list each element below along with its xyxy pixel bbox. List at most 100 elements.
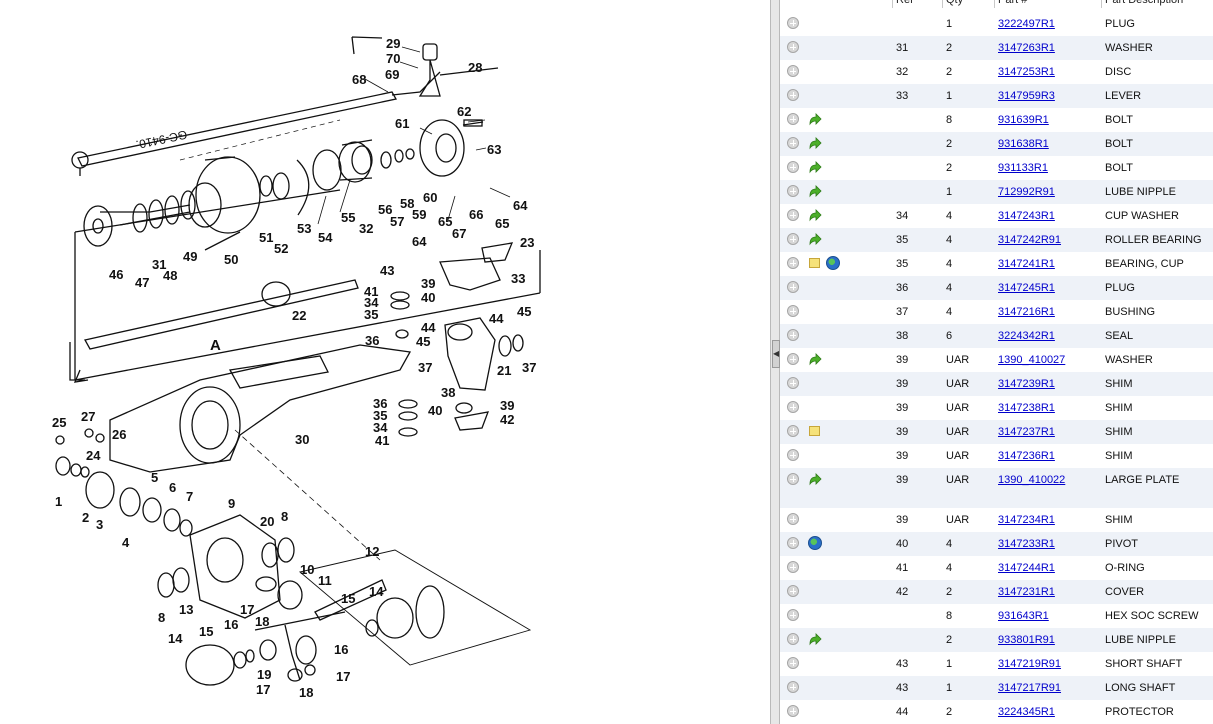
- part-number-link[interactable]: 3147244R1: [998, 562, 1055, 574]
- green-arrow-icon[interactable]: [808, 184, 822, 198]
- green-arrow-icon[interactable]: [808, 352, 822, 366]
- description-cell: CUP WASHER: [1105, 210, 1179, 222]
- part-number-link[interactable]: 3222497R1: [998, 18, 1055, 30]
- part-number-link[interactable]: 933801R91: [998, 634, 1055, 646]
- callout-label: 54: [318, 230, 333, 245]
- expand-plus-icon[interactable]: [787, 65, 799, 77]
- column-header-part[interactable]: Part #: [994, 0, 1098, 8]
- ref-cell: 44: [896, 706, 909, 718]
- green-arrow-icon[interactable]: [808, 208, 822, 222]
- part-number-link[interactable]: 931643R1: [998, 610, 1049, 622]
- part-number-link[interactable]: 3147239R1: [998, 378, 1055, 390]
- column-header-ref[interactable]: Ref: [892, 0, 940, 8]
- part-number-link[interactable]: 3147959R3: [998, 90, 1055, 102]
- part-number-link[interactable]: 931639R1: [998, 114, 1049, 126]
- part-number-link[interactable]: 3147219R91: [998, 658, 1061, 670]
- expand-plus-icon[interactable]: [787, 137, 799, 149]
- callout-label: 53: [297, 221, 311, 236]
- part-number-link[interactable]: 3147217R91: [998, 682, 1061, 694]
- green-arrow-icon[interactable]: [808, 160, 822, 174]
- part-number-link[interactable]: 3147242R91: [998, 234, 1061, 246]
- expand-plus-icon[interactable]: [787, 281, 799, 293]
- part-number-link[interactable]: 712992R91: [998, 186, 1055, 198]
- table-row: 44 2 3224345R1 PROTECTOR: [780, 700, 1213, 724]
- column-header-description[interactable]: Part Description: [1101, 0, 1213, 8]
- expand-plus-icon[interactable]: [787, 113, 799, 125]
- part-number-link[interactable]: 931133R1: [998, 162, 1048, 174]
- expand-plus-icon[interactable]: [787, 209, 799, 221]
- part-number-link[interactable]: 3147236R1: [998, 450, 1055, 462]
- callout-label: 62: [457, 104, 471, 119]
- expand-plus-icon[interactable]: [787, 401, 799, 413]
- green-arrow-icon[interactable]: [808, 232, 822, 246]
- expand-plus-icon[interactable]: [787, 185, 799, 197]
- note-icon[interactable]: [809, 258, 820, 268]
- part-number-link[interactable]: 3147253R1: [998, 66, 1055, 78]
- expand-plus-icon[interactable]: [787, 353, 799, 365]
- expand-plus-icon[interactable]: [787, 609, 799, 621]
- table-row: 34 4 3147243R1 CUP WASHER: [780, 204, 1213, 228]
- callout-label: 36: [365, 333, 379, 348]
- callout-label: 49: [183, 249, 197, 264]
- column-header-qty[interactable]: Qty: [942, 0, 990, 8]
- expand-plus-icon[interactable]: [787, 633, 799, 645]
- ref-cell: 35: [896, 258, 909, 270]
- qty-cell: 2: [946, 162, 953, 174]
- qty-cell: 8: [946, 610, 953, 622]
- expand-plus-icon[interactable]: [787, 585, 799, 597]
- globe-icon[interactable]: [826, 256, 840, 270]
- part-number-link[interactable]: 3147231R1: [998, 586, 1055, 598]
- part-number-link[interactable]: 3147241R1: [998, 258, 1055, 270]
- part-number-link[interactable]: 3224342R1: [998, 330, 1055, 342]
- callout-label: 30: [295, 432, 309, 447]
- part-number-link[interactable]: 3147216R1: [998, 306, 1055, 318]
- part-number-link[interactable]: 1390_410022: [998, 474, 1065, 486]
- expand-plus-icon[interactable]: [787, 41, 799, 53]
- part-number-link[interactable]: 931638R1: [998, 138, 1049, 150]
- expand-plus-icon[interactable]: [787, 473, 799, 485]
- expand-plus-icon[interactable]: [787, 257, 799, 269]
- expand-plus-icon[interactable]: [787, 161, 799, 173]
- callout-label: 37: [418, 360, 432, 375]
- expand-plus-icon[interactable]: [787, 89, 799, 101]
- expand-plus-icon[interactable]: [787, 513, 799, 525]
- green-arrow-icon[interactable]: [808, 632, 822, 646]
- expand-plus-icon[interactable]: [787, 329, 799, 341]
- part-number-link[interactable]: 3147243R1: [998, 210, 1055, 222]
- callout-label: 21: [497, 363, 511, 378]
- expand-plus-icon[interactable]: [787, 537, 799, 549]
- part-number-link[interactable]: 3147245R1: [998, 282, 1055, 294]
- expand-plus-icon[interactable]: [787, 425, 799, 437]
- green-arrow-icon[interactable]: [808, 136, 822, 150]
- table-row: 2 931638R1 BOLT: [780, 132, 1213, 156]
- part-number-link[interactable]: 3147234R1: [998, 514, 1055, 526]
- part-number-link[interactable]: 3147238R1: [998, 402, 1055, 414]
- qty-cell: 4: [946, 258, 953, 270]
- green-arrow-icon[interactable]: [808, 112, 822, 126]
- expand-plus-icon[interactable]: [787, 449, 799, 461]
- callout-label: 13: [179, 602, 193, 617]
- description-cell: COVER: [1105, 586, 1145, 598]
- note-icon[interactable]: [809, 426, 820, 436]
- table-row: 41 4 3147244R1 O-RING: [780, 556, 1213, 580]
- expand-plus-icon[interactable]: [787, 305, 799, 317]
- pane-splitter[interactable]: ◀: [770, 0, 780, 724]
- part-number-link[interactable]: 3147263R1: [998, 42, 1055, 54]
- expand-plus-icon[interactable]: [787, 377, 799, 389]
- description-cell: WASHER: [1105, 42, 1153, 54]
- callout-label: 14: [369, 584, 384, 599]
- expand-plus-icon[interactable]: [787, 17, 799, 29]
- expand-plus-icon[interactable]: [787, 657, 799, 669]
- green-arrow-icon[interactable]: [808, 472, 822, 486]
- part-number-link[interactable]: 3147233R1: [998, 538, 1055, 550]
- collapse-arrow-icon[interactable]: ◀: [772, 340, 780, 368]
- expand-plus-icon[interactable]: [787, 681, 799, 693]
- description-cell: WASHER: [1105, 354, 1153, 366]
- expand-plus-icon[interactable]: [787, 233, 799, 245]
- expand-plus-icon[interactable]: [787, 561, 799, 573]
- part-number-link[interactable]: 3147237R1: [998, 426, 1055, 438]
- globe-icon[interactable]: [808, 536, 822, 550]
- expand-plus-icon[interactable]: [787, 705, 799, 717]
- part-number-link[interactable]: 3224345R1: [998, 706, 1055, 718]
- part-number-link[interactable]: 1390_410027: [998, 354, 1065, 366]
